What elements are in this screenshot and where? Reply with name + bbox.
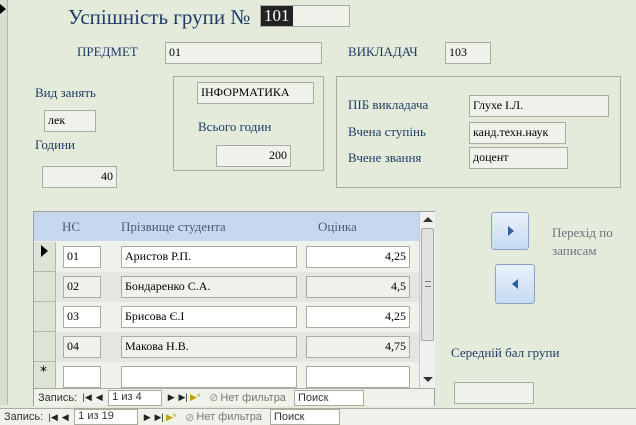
prev-record-icon[interactable]: ◀ [93,392,105,403]
teacher-name-field[interactable]: Глухе І.Л. [469,95,609,117]
new-record-icon: * [40,364,47,380]
row-selector[interactable] [34,272,56,302]
teacher-label: ВИКЛАДАЧ [348,44,418,59]
sub-filter-label[interactable]: Нет фильтра [220,392,286,404]
student-name-cell[interactable]: Бондаренко С.А. [121,276,297,298]
scroll-thumb[interactable] [421,228,434,341]
next-record-icon[interactable]: ▶ [165,392,177,403]
scroll-up-icon[interactable] [423,217,433,222]
navigation-hint: Перехід по записам [552,225,613,258]
scroll-down-icon[interactable] [423,377,433,382]
average-grade-label: Середній бал групи [451,345,560,360]
ns-cell[interactable]: 02 [63,276,101,298]
sub-position-field[interactable]: 1 из 4 [108,389,163,406]
rank-field[interactable]: доцент [469,147,568,169]
subject-field[interactable]: 01 [165,42,322,64]
grade-cell[interactable]: 4,25 [306,246,410,268]
rank-label: Вчене звання [348,150,422,165]
main-search-input[interactable]: Поиск [269,409,340,425]
main-next-record-icon[interactable]: ▶ [141,412,153,423]
grades-subform: НС Прізвище студента Оцінка * 01 Аристов… [33,211,435,406]
current-record-icon [0,4,6,14]
row-selector[interactable] [34,302,56,332]
new-grade-cell[interactable] [306,366,410,388]
main-first-record-icon[interactable]: |◀ [47,412,59,423]
teacher-name-label: ПІБ викладача [348,97,429,112]
first-record-icon[interactable]: |◀ [81,392,93,403]
student-name-cell[interactable]: Брисова Є.І [121,306,297,328]
main-filter-label[interactable]: Нет фильтра [196,411,262,423]
arrow-right-icon [508,226,514,236]
total-hours-field[interactable]: 200 [216,145,291,167]
ns-cell[interactable]: 04 [63,336,101,358]
lesson-type-label: Вид занять [35,85,96,100]
average-grade-field[interactable] [454,382,534,404]
hours-field[interactable]: 40 [42,166,117,188]
main-position-field[interactable]: 1 из 19 [74,409,139,425]
page-title: Успішність групи № [68,5,251,29]
col-header-ns: НС [62,219,81,234]
main-prev-record-icon[interactable]: ◀ [59,412,71,423]
form-navigation-bar: Запись: |◀ ◀ 1 из 19 ▶ ▶| ▶* ⊘ Нет фильт… [0,408,636,425]
hours-label: Години [35,137,75,152]
teacher-field[interactable]: 103 [445,42,491,64]
subform-navigation-bar: Запись: |◀ ◀ 1 из 4 ▶ ▶| ▶* ⊘ Нет фильтр… [34,388,434,406]
group-number-field[interactable]: 101 [260,5,350,27]
grade-cell[interactable]: 4,5 [306,276,410,298]
group-number-value: 101 [261,6,293,26]
last-record-icon[interactable]: ▶| [177,392,189,403]
subform-scrollbar[interactable] [419,212,435,388]
total-hours-label: Всього годин [198,119,272,134]
subject-label: ПРЕДМЕТ [77,44,138,59]
new-student-name-cell[interactable] [121,366,297,388]
arrow-left-icon [512,279,518,289]
main-new-record-icon[interactable]: ▶* [165,412,177,423]
grade-cell[interactable]: 4,75 [306,336,410,358]
next-record-button[interactable] [491,212,529,250]
col-header-name: Прізвище студента [121,219,226,234]
ns-cell[interactable]: 01 [63,246,101,268]
filter-icon: ⊘ [209,392,219,404]
previous-record-button[interactable] [495,264,535,304]
grid-header [34,212,419,241]
main-record-label: Запись: [4,411,44,423]
col-header-grade: Оцінка [318,219,357,234]
student-name-cell[interactable]: Аристов Р.П. [121,246,297,268]
sub-record-label: Запись: [38,391,78,404]
new-ns-cell[interactable] [63,366,101,388]
ns-cell[interactable]: 03 [63,306,101,328]
student-name-cell[interactable]: Макова Н.В. [121,336,297,358]
main-filter-icon: ⊘ [185,411,195,424]
main-last-record-icon[interactable]: ▶| [153,412,165,423]
degree-field[interactable]: канд.техн.наук [469,122,566,144]
form-record-selector[interactable] [0,0,8,405]
new-record-nav-icon[interactable]: ▶* [189,392,201,403]
row-selector[interactable] [34,332,56,362]
sub-search-input[interactable]: Поиск [293,389,364,406]
course-name-field[interactable]: ІНФОРМАТИКА [197,82,314,104]
lesson-type-field[interactable]: лек [44,110,96,132]
grade-cell[interactable]: 4,25 [306,306,410,328]
current-row-icon [41,245,48,257]
grip-icon [425,281,431,287]
degree-label: Вчена ступінь [348,124,426,139]
